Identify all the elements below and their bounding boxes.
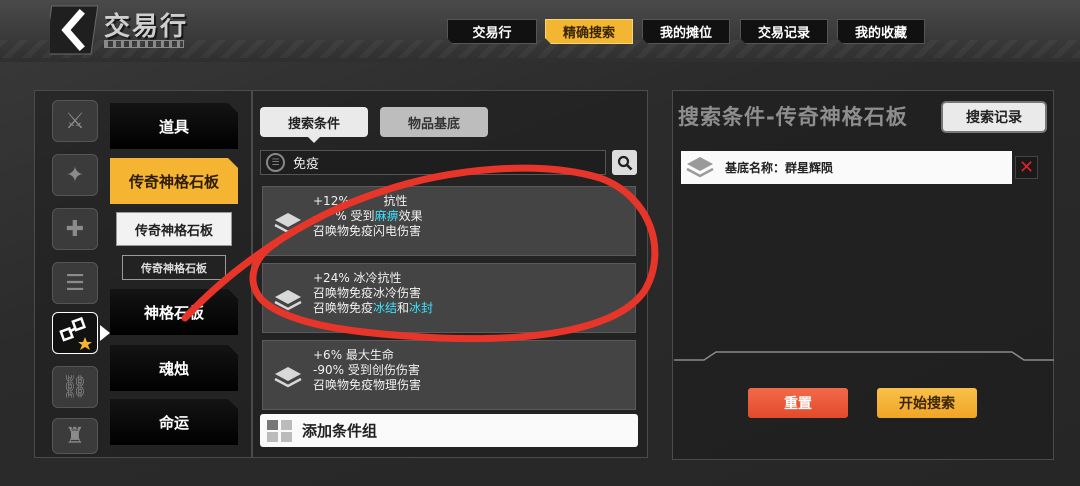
- affix-line: 召唤物免疫闪电伤害: [313, 224, 422, 238]
- armor-cross-icon[interactable]: ✦: [52, 154, 98, 196]
- start-search-button[interactable]: 开始搜索: [877, 388, 977, 418]
- affix-line: -% 受到麻痹效果: [313, 209, 423, 223]
- back-arrow-icon[interactable]: [50, 4, 100, 56]
- category-legend-slate[interactable]: 传奇神格石板: [110, 158, 238, 204]
- conditions-panel: [672, 90, 1054, 460]
- affix-line: +24% 冰冷抗性: [313, 271, 402, 285]
- subsubcategory-legend-slate[interactable]: 传奇神格石板: [122, 255, 226, 280]
- add-condition-group-button[interactable]: 添加条件组: [260, 414, 638, 447]
- page-title: 交易行: [104, 12, 189, 42]
- affix-line: 召唤物免疫冰冷伤害: [313, 286, 422, 300]
- title-decoration: [104, 40, 184, 48]
- category-fate[interactable]: 命运: [110, 399, 238, 445]
- panel-divider: [674, 351, 1054, 361]
- tab-caret: [307, 136, 321, 143]
- result-card[interactable]: +12% 抗性 -% 受到麻痹效果 召唤物免疫闪电伤害: [262, 186, 636, 256]
- affix-line: 召唤物免疫物理伤害: [313, 378, 422, 392]
- pattern-icon[interactable]: ⛓: [52, 366, 98, 408]
- tab-my-favorites[interactable]: 我的收藏: [837, 19, 925, 44]
- affix-line: +6% 最大生命: [313, 348, 394, 362]
- tab-trade-records[interactable]: 交易记录: [740, 19, 828, 44]
- subcategory-legend-slate[interactable]: 传奇神格石板: [116, 212, 232, 246]
- condition-row[interactable]: 基底名称：群星辉陨: [681, 151, 1012, 184]
- search-history-button[interactable]: 搜索记录: [941, 101, 1047, 133]
- search-icon: [617, 155, 632, 170]
- selected-indicator: [100, 325, 110, 341]
- layers-icon: [686, 157, 714, 178]
- filter-list-icon: ☰: [266, 153, 285, 172]
- search-button[interactable]: [612, 150, 637, 175]
- pattern-star-icon[interactable]: [52, 312, 98, 354]
- portrait-list-icon[interactable]: ☰: [52, 262, 98, 304]
- affix-line: +12% 抗性: [313, 194, 408, 208]
- reset-button[interactable]: 重置: [748, 388, 848, 418]
- tab-search-conditions[interactable]: 搜索条件: [260, 107, 368, 137]
- conditions-title: 搜索条件-传奇神格石板: [678, 105, 908, 129]
- tab-precise-search[interactable]: 精确搜索: [545, 19, 633, 44]
- layers-icon: [274, 213, 302, 234]
- delete-condition-button[interactable]: ✕: [1015, 156, 1038, 179]
- tab-item-base[interactable]: 物品基底: [380, 107, 488, 137]
- grid-add-icon: [267, 420, 292, 442]
- category-soul-candle[interactable]: 魂烛: [110, 345, 238, 391]
- layers-icon: [274, 367, 302, 388]
- category-slate[interactable]: 神格石板: [110, 289, 238, 335]
- affix-line: -90% 受到创伤伤害: [313, 363, 420, 377]
- search-input[interactable]: 免疫: [260, 150, 606, 175]
- layers-icon: [274, 290, 302, 311]
- result-card[interactable]: +24% 冰冷抗性 召唤物免疫冰冷伤害 召唤物免疫冰结和冰封: [262, 263, 636, 333]
- affix-line: 召唤物免疫冰结和冰封: [313, 301, 434, 315]
- result-card[interactable]: +6% 最大生命 -90% 受到创伤伤害 召唤物免疫物理伤害: [262, 340, 636, 410]
- skill-cross-icon[interactable]: ✚: [52, 208, 98, 250]
- category-items[interactable]: 道具: [110, 103, 238, 149]
- tab-my-stall[interactable]: 我的摊位: [642, 19, 730, 44]
- bag-icon[interactable]: ♜: [52, 418, 98, 454]
- sword-cross-icon[interactable]: ⚔: [52, 100, 98, 142]
- tab-market[interactable]: 交易行: [447, 19, 537, 44]
